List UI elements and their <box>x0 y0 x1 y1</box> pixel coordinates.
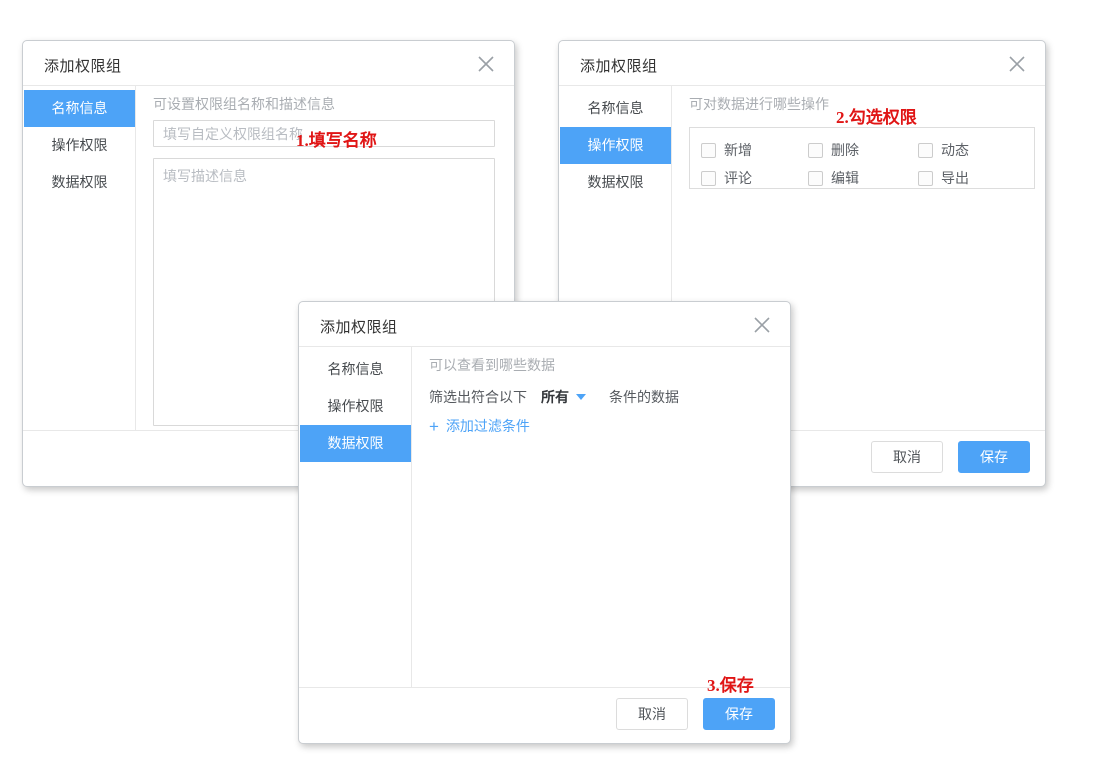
tab-panel-data-permission: 可以查看到哪些数据 筛选出符合以下 所有 条件的数据 + 添加过滤条件 <box>412 347 790 687</box>
filter-condition-row: 筛选出符合以下 所有 条件的数据 <box>429 387 770 407</box>
plus-icon: + <box>429 418 439 435</box>
helper-text: 可以查看到哪些数据 <box>429 356 770 374</box>
checkbox-export[interactable] <box>918 171 933 186</box>
checkbox-item-comment[interactable]: 评论 <box>701 168 808 188</box>
dialog-title: 添加权限组 <box>44 55 122 76</box>
close-icon[interactable] <box>1006 53 1028 75</box>
tab-name-info[interactable]: 名称信息 <box>560 90 671 127</box>
cancel-button[interactable]: 取消 <box>616 698 688 730</box>
filter-prefix-label: 筛选出符合以下 <box>429 387 527 407</box>
filter-match-select[interactable]: 所有 <box>541 387 586 407</box>
add-permission-group-dialog-data-permission: 添加权限组 名称信息 操作权限 数据权限 可以查看到哪些数据 筛选出符合以下 所… <box>298 301 791 744</box>
permission-checkbox-panel: 新增 删除 动态 评论 <box>689 127 1035 189</box>
tab-data-permission[interactable]: 数据权限 <box>24 164 135 201</box>
cancel-button[interactable]: 取消 <box>871 441 943 473</box>
checkbox-dynamic[interactable] <box>918 143 933 158</box>
tab-name-info[interactable]: 名称信息 <box>300 351 411 388</box>
tutorial-canvas: 添加权限组 名称信息 操作权限 数据权限 可设置权限组名称和描述信息 1.填写名… <box>0 0 1120 777</box>
checkbox-item-delete[interactable]: 删除 <box>808 140 918 160</box>
close-icon[interactable] <box>475 53 497 75</box>
dialog-title: 添加权限组 <box>320 316 398 337</box>
add-filter-label: 添加过滤条件 <box>446 416 530 436</box>
dialog-header: 添加权限组 <box>559 41 1045 86</box>
filter-suffix-label: 条件的数据 <box>609 387 679 407</box>
tab-name-info[interactable]: 名称信息 <box>24 90 135 127</box>
tab-operation-permission[interactable]: 操作权限 <box>300 388 411 425</box>
checkbox-item-edit[interactable]: 编辑 <box>808 168 918 188</box>
dialog-header: 添加权限组 <box>299 302 790 347</box>
tab-operation-permission[interactable]: 操作权限 <box>24 127 135 164</box>
annotation-step-3: 3.保存 <box>707 671 754 696</box>
tab-rail: 名称信息 操作权限 数据权限 <box>300 351 411 462</box>
checkbox-item-export[interactable]: 导出 <box>918 168 969 188</box>
dialog-title: 添加权限组 <box>580 55 658 76</box>
tab-operation-permission[interactable]: 操作权限 <box>560 127 671 164</box>
close-icon[interactable] <box>751 314 773 336</box>
annotation-step-2: 2.勾选权限 <box>836 103 917 128</box>
checkbox-delete[interactable] <box>808 143 823 158</box>
helper-text: 可设置权限组名称和描述信息 <box>153 95 494 113</box>
chevron-down-icon <box>576 394 586 400</box>
filter-selected-value: 所有 <box>541 387 569 407</box>
save-button[interactable]: 保存 <box>958 441 1030 473</box>
annotation-step-1: 1.填写名称 <box>296 126 377 151</box>
tab-rail: 名称信息 操作权限 数据权限 <box>24 90 135 201</box>
tab-data-permission[interactable]: 数据权限 <box>560 164 671 201</box>
dialog-header: 添加权限组 <box>23 41 514 86</box>
checkbox-item-dynamic[interactable]: 动态 <box>918 140 969 160</box>
checkbox-item-add[interactable]: 新增 <box>701 140 808 160</box>
checkbox-edit[interactable] <box>808 171 823 186</box>
tab-data-permission[interactable]: 数据权限 <box>300 425 411 462</box>
checkbox-comment[interactable] <box>701 171 716 186</box>
save-button[interactable]: 保存 <box>703 698 775 730</box>
checkbox-add[interactable] <box>701 143 716 158</box>
tab-rail: 名称信息 操作权限 数据权限 <box>560 90 671 201</box>
add-filter-condition-link[interactable]: + 添加过滤条件 <box>429 416 770 436</box>
